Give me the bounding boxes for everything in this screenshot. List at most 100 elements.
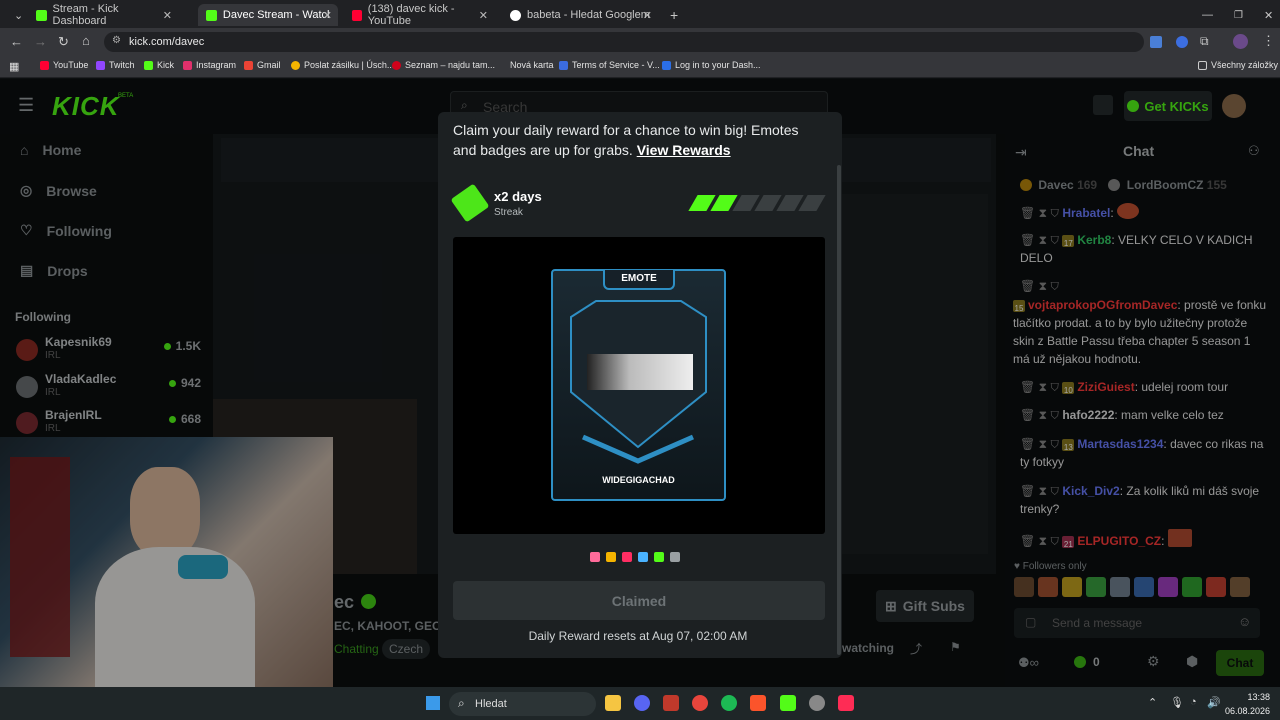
delete-icon[interactable]: 🗑	[1020, 437, 1035, 451]
user-avatar[interactable]	[1222, 94, 1246, 118]
tab-youtube[interactable]: (138) davec kick - YouTube ✕	[344, 3, 494, 27]
clock-date[interactable]: 06.08.2026	[1216, 706, 1270, 716]
emote-icon[interactable]	[1134, 577, 1154, 597]
minimize-icon[interactable]: —	[1194, 4, 1221, 26]
ban-icon[interactable]: ⛉	[1050, 534, 1059, 548]
badge-icon[interactable]: ⬢	[1186, 653, 1198, 670]
tab-davec-stream[interactable]: Davec Stream - Watch Live on K ✕	[198, 4, 338, 26]
tray-chevron-icon[interactable]: ⌃	[1148, 696, 1157, 709]
file-explorer-icon[interactable]	[605, 695, 621, 711]
emote-icon[interactable]	[1110, 577, 1130, 597]
menu-kebab-icon[interactable]: ⋮	[1262, 33, 1275, 49]
emote-icon[interactable]	[1086, 577, 1106, 597]
bookmark-youtube[interactable]: YouTube	[40, 60, 88, 70]
tab-google[interactable]: babeta - Hledat Googlem ✕	[502, 4, 658, 26]
address-bar[interactable]: ⚙ kick.com/davec	[104, 32, 1144, 52]
modal-scrollbar[interactable]	[837, 165, 841, 655]
app-icon[interactable]	[809, 695, 825, 711]
wifi-icon[interactable]: ◔	[1190, 696, 1197, 708]
emote-icon[interactable]	[1062, 577, 1082, 597]
emoji-picker-icon[interactable]: ☺	[1238, 614, 1251, 629]
ban-icon[interactable]: ⛉	[1050, 233, 1059, 247]
following-item[interactable]: VladaKadlec IRL 942	[16, 372, 201, 406]
bookmark-seznam[interactable]: Seznam – najdu tam...	[392, 60, 495, 70]
timeout-icon[interactable]: ⧗	[1039, 484, 1047, 498]
emote-icon[interactable]	[1014, 577, 1034, 597]
maximize-icon[interactable]: ❐	[1226, 4, 1251, 26]
delete-icon[interactable]: 🗑	[1020, 206, 1035, 220]
app-icon[interactable]	[663, 695, 679, 711]
ban-icon[interactable]: ⛉	[1050, 408, 1059, 422]
ban-icon[interactable]: ⛉	[1050, 437, 1059, 451]
report-icon[interactable]: ⚑	[950, 640, 961, 654]
ban-icon[interactable]: ⛉	[1050, 484, 1059, 498]
bookmark-log-in[interactable]: Log in to your Dash...	[662, 60, 761, 70]
chrome-icon[interactable]	[692, 695, 708, 711]
tiktok-icon[interactable]	[838, 695, 854, 711]
extension-translate-icon[interactable]	[1150, 36, 1162, 48]
language-tag[interactable]: Czech	[382, 639, 431, 659]
bookmark-instagram[interactable]: Instagram	[183, 60, 236, 70]
site-info-icon[interactable]: ⚙	[112, 35, 121, 46]
apps-grid-icon[interactable]: ▦	[9, 60, 19, 73]
following-item[interactable]: Kapesnik69 IRL 1.5K	[16, 335, 201, 369]
kick-logo[interactable]: KICK	[52, 91, 120, 122]
tab-kick-dashboard[interactable]: Stream - Kick Dashboard ✕	[28, 3, 178, 27]
ban-icon[interactable]: ⛉	[1050, 380, 1059, 394]
nav-following[interactable]: ♡ Following	[20, 222, 112, 239]
timeout-icon[interactable]: ⧗	[1039, 380, 1047, 394]
home-icon[interactable]: ⌂	[82, 33, 90, 48]
timeout-icon[interactable]: ⧗	[1039, 233, 1047, 247]
extensions-puzzle-icon[interactable]: ⧉	[1200, 34, 1209, 49]
ban-icon[interactable]: ⛉	[1050, 206, 1059, 220]
close-tab-icon[interactable]: ✕	[643, 9, 652, 22]
emote-icon[interactable]	[1230, 577, 1250, 597]
delete-icon[interactable]: 🗑	[1020, 279, 1035, 293]
view-rewards-link[interactable]: View Rewards	[637, 142, 731, 158]
emote-icon[interactable]	[1038, 577, 1058, 597]
dashboard-icon[interactable]	[1093, 95, 1113, 115]
emote-icon[interactable]	[1206, 577, 1226, 597]
chat-users-icon[interactable]: ⚇	[1248, 143, 1260, 159]
share-icon[interactable]: ⤴	[910, 640, 922, 657]
hamburger-menu-icon[interactable]: ☰	[18, 95, 34, 116]
new-tab-icon[interactable]: +	[662, 4, 686, 26]
bookmark-poslat-zasilku[interactable]: Poslat zásilku | Úsch...	[291, 60, 394, 70]
delete-icon[interactable]: 🗑	[1020, 380, 1035, 394]
windows-start-icon[interactable]	[426, 696, 440, 710]
bookmark-terms-of-service[interactable]: Terms of Service - V...	[559, 60, 660, 70]
clock-time[interactable]: 13:38	[1226, 692, 1270, 702]
forward-icon[interactable]: →	[34, 34, 47, 49]
spotify-icon[interactable]	[721, 695, 737, 711]
close-window-icon[interactable]: ✕	[1256, 4, 1280, 26]
delete-icon[interactable]: 🗑	[1020, 233, 1035, 247]
timeout-icon[interactable]: ⧗	[1039, 206, 1047, 220]
taskbar-search[interactable]: ⌕ Hledat	[449, 692, 596, 716]
claimed-button[interactable]: Claimed	[453, 581, 825, 620]
delete-icon[interactable]: 🗑	[1020, 534, 1035, 548]
discord-icon[interactable]	[634, 695, 650, 711]
back-icon[interactable]: ←	[10, 34, 23, 49]
nav-browse[interactable]: ◎ Browse	[20, 182, 97, 199]
microphone-icon[interactable]: 🎙	[1170, 696, 1184, 709]
timeout-icon[interactable]: ⧗	[1039, 279, 1047, 293]
ban-icon[interactable]: ⛉	[1050, 279, 1059, 293]
profile-avatar-icon[interactable]	[1233, 34, 1248, 49]
delete-icon[interactable]: 🗑	[1020, 484, 1035, 498]
delete-icon[interactable]: 🗑	[1020, 408, 1035, 422]
bookmark-nova-karta[interactable]: Nová karta	[497, 60, 554, 70]
get-kicks-button[interactable]: Get KICKs	[1124, 91, 1212, 121]
bookmark-gmail[interactable]: Gmail	[244, 60, 281, 70]
bookmark-twitch[interactable]: Twitch	[96, 60, 135, 70]
nav-home[interactable]: ⌂ Home	[20, 142, 81, 158]
close-tab-icon[interactable]: ✕	[479, 9, 488, 22]
gift-subs-button[interactable]: ⊞ Gift Subs	[876, 590, 974, 622]
category-link[interactable]: Chatting	[334, 642, 379, 656]
close-tab-icon[interactable]: ✕	[163, 9, 172, 22]
minecraft-icon[interactable]	[780, 695, 796, 711]
timeout-icon[interactable]: ⧗	[1039, 408, 1047, 422]
emote-icon[interactable]	[1182, 577, 1202, 597]
chat-settings-people-icon[interactable]: ⚉∞	[1018, 655, 1039, 671]
timeout-icon[interactable]: ⧗	[1039, 437, 1047, 451]
timeout-icon[interactable]: ⧗	[1039, 534, 1047, 548]
